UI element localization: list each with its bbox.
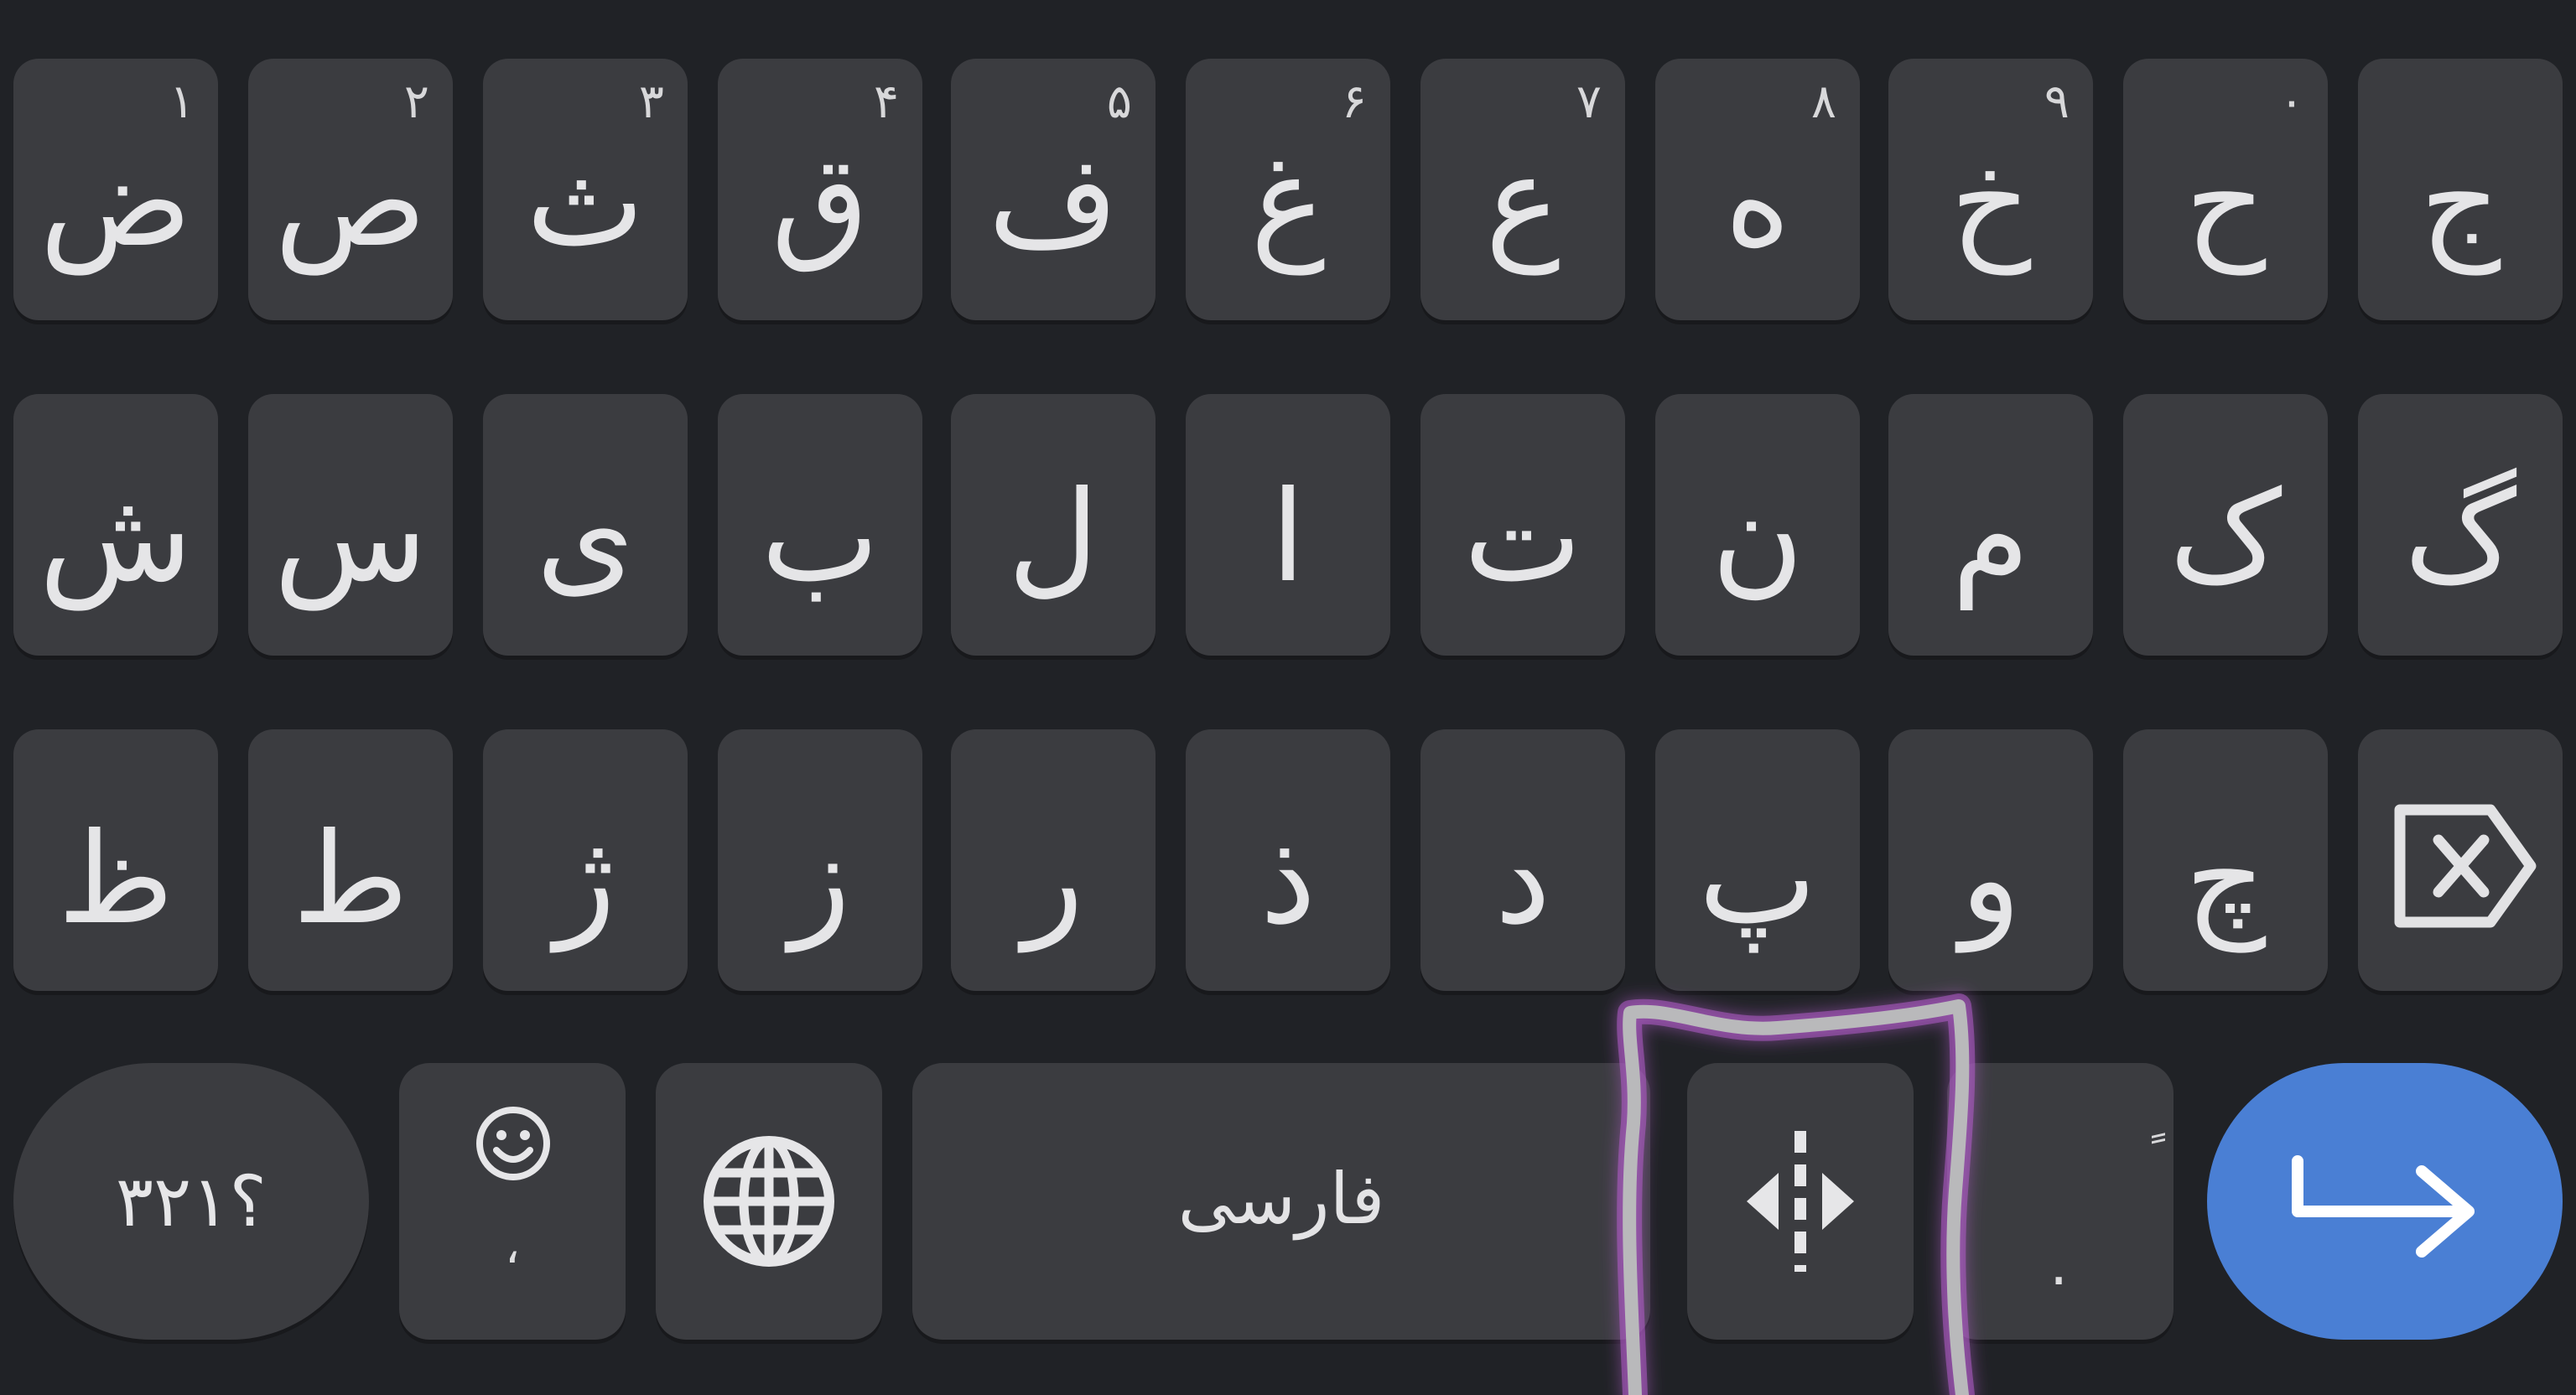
key-label: ش [39, 464, 193, 610]
key-label: ا [1270, 464, 1306, 610]
key-label: ز [789, 806, 851, 952]
key-label: ژ [554, 806, 616, 952]
key-label: ظ [57, 806, 174, 952]
key-hint: ۶ [1341, 75, 1367, 129]
key-hint: ۵ [1106, 75, 1132, 129]
key-label: د [1494, 806, 1551, 952]
key-zal[interactable]: ذ [1186, 729, 1390, 991]
key-label: ت [1463, 464, 1582, 610]
key-hint: ٠ [2278, 75, 2304, 129]
key-kaf[interactable]: ک [2123, 394, 2328, 656]
space-bar[interactable]: فارسی [912, 1063, 1650, 1340]
key-hint: ٢ [403, 75, 429, 129]
key-label: ص [274, 129, 427, 275]
emoji-key[interactable]: ، [399, 1063, 626, 1340]
key-label: ه [1724, 129, 1791, 275]
key-ze[interactable]: ز [718, 729, 922, 991]
keyboard-row-1: ض ١ ص ٢ ث ٣ ق ۴ ف ۵ غ ۶ ع ٧ ه ٨ خ ٩ ح ٠ … [13, 59, 2576, 320]
key-dal[interactable]: د [1420, 729, 1625, 991]
key-te[interactable]: ت [1420, 394, 1625, 656]
symbols-key[interactable]: ؟٣٢١ [13, 1063, 369, 1340]
key-sin[interactable]: س [248, 394, 453, 656]
key-label: و [1960, 806, 2022, 952]
key-label: ع [1485, 129, 1561, 275]
key-label: پ [1698, 806, 1817, 952]
key-he-jimi[interactable]: ح ٠ [2123, 59, 2328, 320]
key-hint: ٩ [2044, 75, 2070, 129]
cursor-move-icon [1747, 1131, 1854, 1272]
key-vav[interactable]: و [1888, 729, 2093, 991]
key-lam[interactable]: ل [951, 394, 1156, 656]
keyboard-row-2: ش س ی ب ل ا ت ن م ک گ [13, 394, 2576, 656]
key-label: ل [1007, 464, 1099, 610]
key-hint: ١ [169, 75, 195, 129]
cursor-control-key[interactable] [1687, 1063, 1914, 1340]
key-alef[interactable]: ا [1186, 394, 1390, 656]
key-label: خ [1950, 129, 2032, 275]
key-za[interactable]: ظ [13, 729, 218, 991]
key-pe[interactable]: پ [1655, 729, 1860, 991]
key-ghaf[interactable]: ق ۴ [718, 59, 922, 320]
emoji-icon [476, 1107, 550, 1180]
key-label: س [273, 464, 428, 610]
period-key[interactable]: ٍ . [1947, 1063, 2174, 1340]
key-label: ب [761, 464, 880, 610]
key-label: ح [2184, 129, 2267, 275]
key-label: ک [2168, 464, 2283, 610]
key-label: ق [771, 129, 870, 275]
key-he[interactable]: ه ٨ [1655, 59, 1860, 320]
key-label: ذ [1259, 806, 1317, 952]
key-che[interactable]: چ [2123, 729, 2328, 991]
backspace-key[interactable] [2358, 729, 2563, 991]
backspace-icon [2394, 804, 2537, 928]
key-label: ث [526, 129, 645, 275]
key-label: گ [2403, 464, 2517, 610]
key-label: ج [2419, 129, 2501, 275]
key-mim[interactable]: م [1888, 394, 2093, 656]
key-zad[interactable]: ض ١ [13, 59, 218, 320]
key-label: چ [2184, 806, 2267, 952]
key-gaf[interactable]: گ [2358, 394, 2563, 656]
key-khe[interactable]: خ ٩ [1888, 59, 2093, 320]
period-key-label: . [2049, 1230, 2069, 1299]
keyboard: ض ١ ص ٢ ث ٣ ق ۴ ف ۵ غ ۶ ع ٧ ه ٨ خ ٩ ح ٠ … [0, 0, 2576, 1395]
globe-icon [704, 1136, 834, 1267]
key-label: ض [39, 129, 192, 275]
key-hint: ٣ [638, 75, 664, 129]
key-ein[interactable]: ع ٧ [1420, 59, 1625, 320]
key-shin[interactable]: ش [13, 394, 218, 656]
key-jim[interactable]: ج [2358, 59, 2563, 320]
enter-arrow-icon [2292, 1155, 2475, 1258]
key-ye[interactable]: ی [483, 394, 688, 656]
space-bar-label: فارسی [1177, 1158, 1385, 1240]
key-label: ی [536, 464, 635, 610]
key-hint: ٨ [1810, 75, 1836, 129]
language-switch-key[interactable] [656, 1063, 882, 1340]
key-label: غ [1250, 129, 1326, 275]
key-label: م [1951, 464, 2030, 610]
emoji-key-sub-label: ، [504, 1220, 521, 1274]
key-sad[interactable]: ص ٢ [248, 59, 453, 320]
key-fe[interactable]: ف ۵ [951, 59, 1156, 320]
key-ghein[interactable]: غ ۶ [1186, 59, 1390, 320]
key-zhe[interactable]: ژ [483, 729, 688, 991]
key-label: ف [988, 129, 1119, 275]
key-hint: ٧ [1576, 75, 1602, 129]
key-ta[interactable]: ط [248, 729, 453, 991]
enter-key[interactable] [2207, 1063, 2563, 1340]
key-be[interactable]: ب [718, 394, 922, 656]
key-nun[interactable]: ن [1655, 394, 1860, 656]
key-re[interactable]: ر [951, 729, 1156, 991]
keyboard-row-3: ظ ط ژ ز ر ذ د پ و چ [13, 729, 2576, 991]
symbols-key-label: ؟٣٢١ [116, 1160, 267, 1242]
key-label: ن [1711, 464, 1805, 610]
key-se[interactable]: ث ٣ [483, 59, 688, 320]
key-hint: ۴ [873, 75, 899, 129]
key-label: ط [292, 806, 409, 952]
key-label: ر [1022, 806, 1084, 952]
